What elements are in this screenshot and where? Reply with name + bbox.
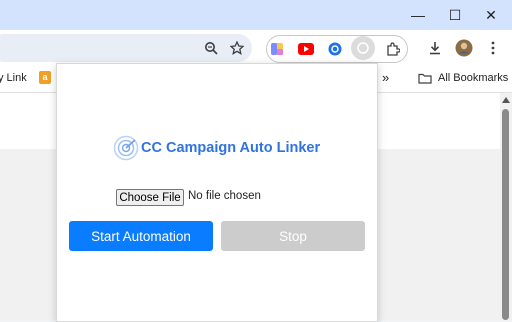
more-menu-icon[interactable]: [482, 37, 504, 59]
puzzle-icon-graphic: [387, 42, 400, 56]
start-automation-button[interactable]: Start Automation: [69, 221, 213, 251]
youtube-icon-graphic: [298, 43, 314, 55]
browser-toolbar: [0, 30, 512, 66]
google-drive-icon[interactable]: [266, 38, 288, 60]
bookmark-partial-item[interactable]: y Link: [0, 72, 27, 84]
bookmark-star-icon[interactable]: [226, 37, 248, 59]
close-window-button[interactable]: ✕: [476, 5, 506, 25]
scroll-up-icon[interactable]: [502, 97, 510, 103]
zoom-icon[interactable]: [200, 37, 222, 59]
zoom-icon-graphic: [205, 42, 218, 55]
extension-popup: CC Campaign Auto Linker Choose File No f…: [56, 63, 378, 322]
drive-icon-graphic: [271, 43, 283, 55]
folder-icon: [418, 73, 432, 84]
file-status-text: No file chosen: [188, 190, 261, 202]
radar-logo-icon: [113, 135, 139, 161]
restore-button[interactable]: ☐: [440, 5, 470, 25]
kebab-icon-graphic: [491, 41, 495, 55]
youtube-icon[interactable]: [295, 38, 317, 60]
minimize-button[interactable]: —: [403, 5, 433, 25]
page-scrollbar[interactable]: [500, 93, 512, 320]
stop-button[interactable]: Stop: [221, 221, 365, 251]
star-icon-graphic: [230, 41, 244, 55]
extensions-puzzle-icon[interactable]: [382, 38, 404, 60]
cc-auto-linker-icon[interactable]: [351, 36, 375, 60]
profile-avatar[interactable]: [453, 37, 475, 59]
download-icon[interactable]: [424, 37, 446, 59]
popup-title: CC Campaign Auto Linker: [141, 140, 321, 156]
bookmarks-overflow-button[interactable]: »: [382, 70, 389, 85]
linker-icon-graphic: [357, 42, 369, 54]
all-bookmarks-button[interactable]: All Bookmarks: [416, 71, 508, 87]
avatar-icon-graphic: [455, 39, 473, 57]
choose-file-button[interactable]: Choose File: [116, 189, 184, 206]
extension-blue-icon[interactable]: [324, 38, 346, 60]
scroll-thumb[interactable]: [502, 109, 509, 320]
bookmark-amazon-icon[interactable]: a: [39, 71, 51, 84]
download-icon-graphic: [430, 42, 440, 55]
all-bookmarks-label: All Bookmarks: [438, 72, 509, 84]
title-bar: — ☐ ✕: [0, 0, 512, 30]
blue-circle-icon-graphic: [328, 42, 342, 56]
